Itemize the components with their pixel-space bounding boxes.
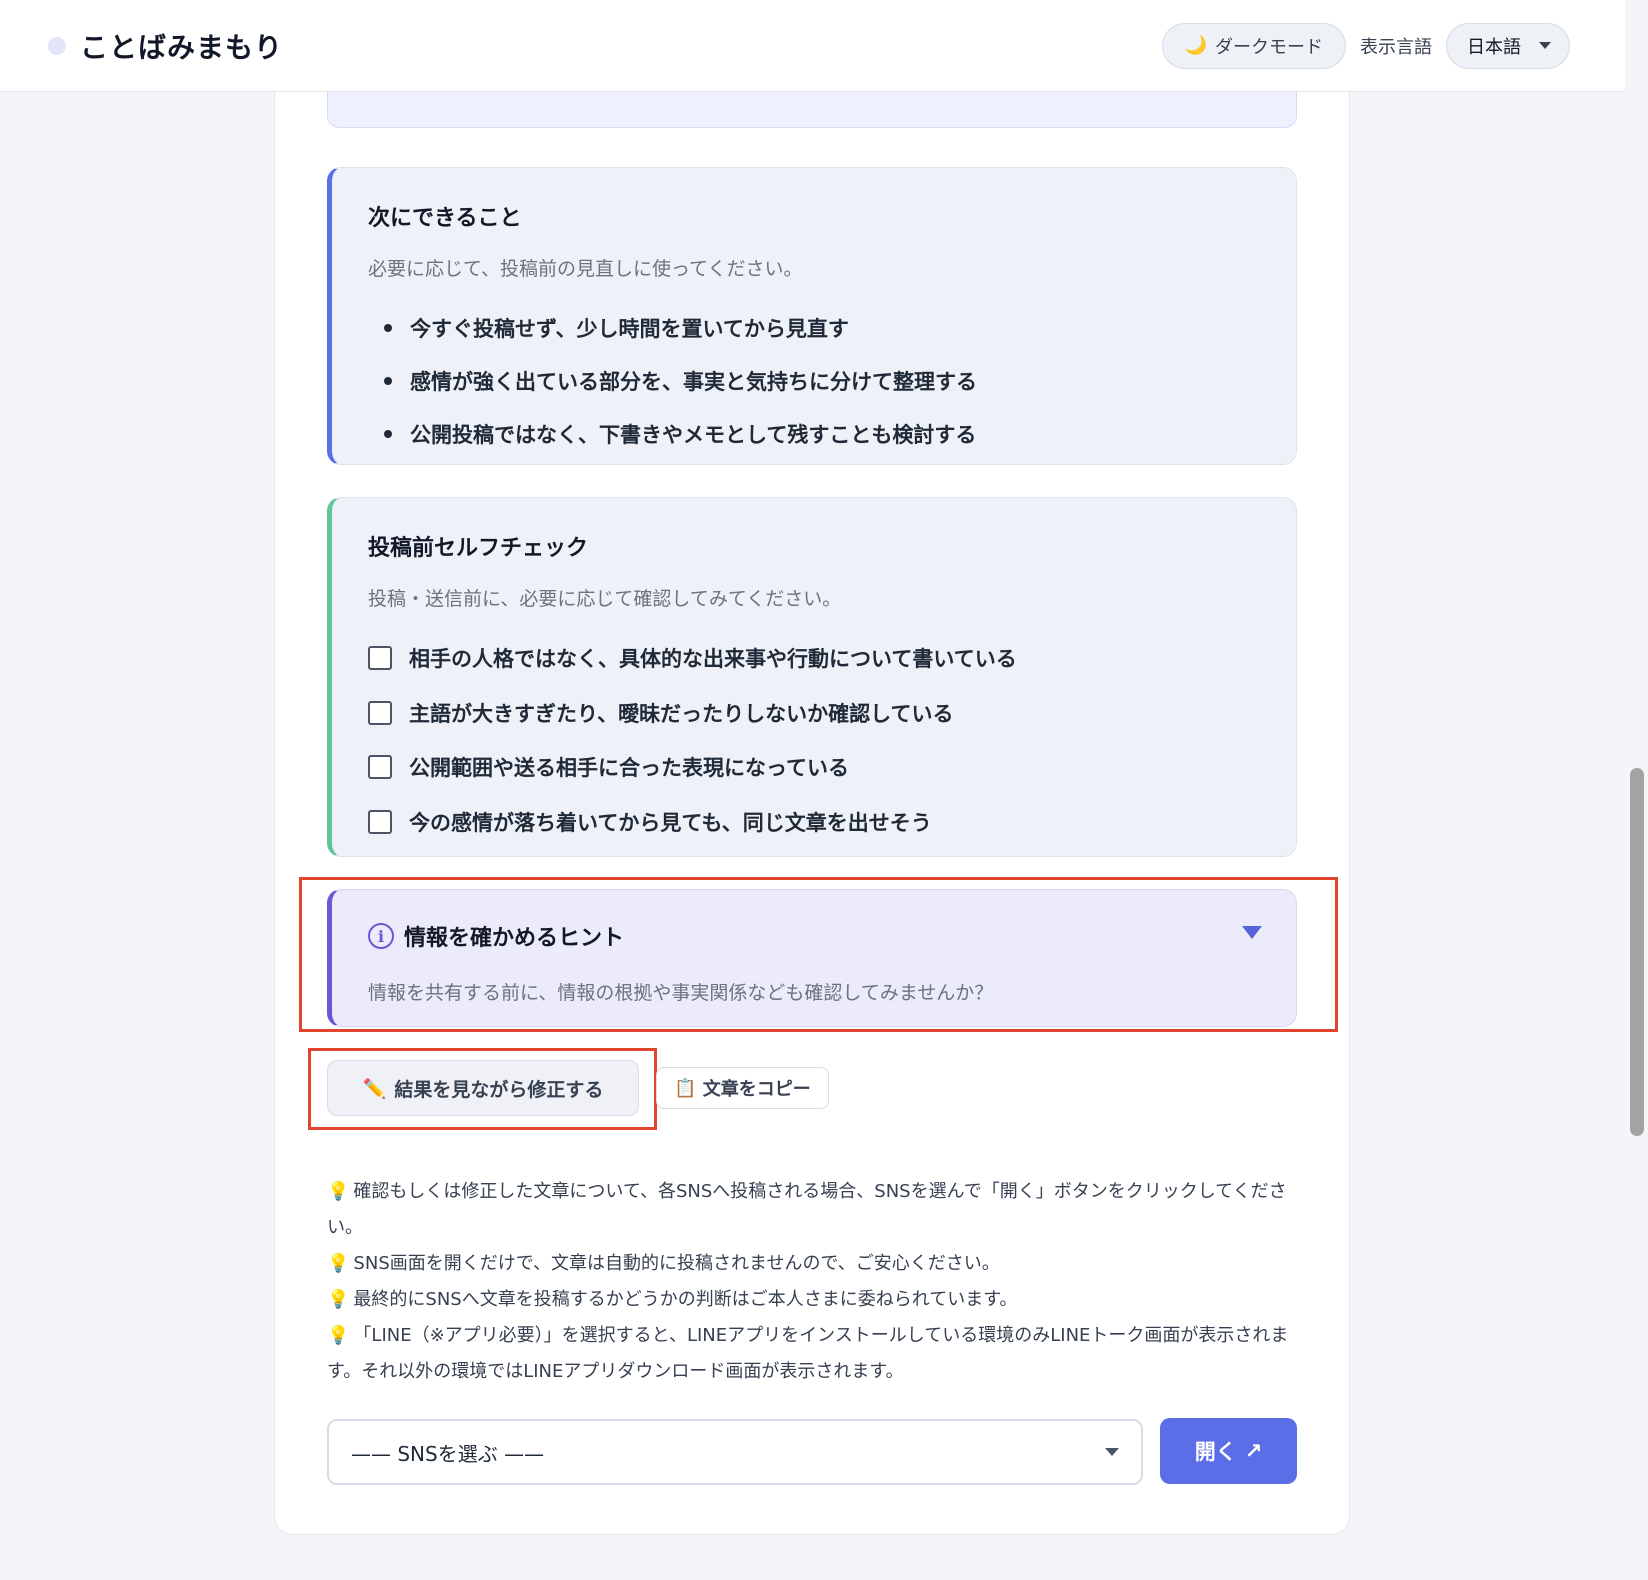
note-line: 💡 「LINE（※アプリ必要）」を選択すると、LINEアプリをインストールしている… — [327, 1325, 1289, 1382]
language-label: 表示言語 — [1360, 36, 1432, 58]
next-steps-title: 次にできること — [368, 206, 522, 231]
moon-icon: 🌙 — [1184, 35, 1207, 56]
scrollbar[interactable] — [1628, 0, 1644, 1580]
list-item: 今すぐ投稿せず、少し時間を置いてから見直す — [368, 301, 1260, 354]
self-check-panel: 投稿前セルフチェック 投稿・送信前に、必要に応じて確認してみてください。 相手の… — [327, 497, 1297, 857]
dark-mode-toggle[interactable]: 🌙 ダークモード — [1161, 22, 1346, 69]
sns-select[interactable]: —— SNSを選ぶ —— — [327, 1419, 1143, 1485]
note-line: 💡 確認もしくは修正した文章について、各SNSへ投稿される場合、SNSを選んで「開… — [327, 1181, 1287, 1238]
info-hint-panel[interactable]: i 情報を確かめるヒント 情報を共有する前に、情報の根拠や事実関係なども確認して… — [327, 889, 1297, 1027]
info-icon: i — [368, 923, 394, 949]
next-steps-list: 今すぐ投稿せず、少し時間を置いてから見直す 感情が強く出ている部分を、事実と気持… — [368, 301, 1260, 460]
chevron-down-icon — [1105, 1448, 1119, 1456]
dark-mode-label: ダークモード — [1215, 36, 1323, 58]
triangle-down-icon[interactable] — [1242, 926, 1262, 939]
check-item[interactable]: 今の感情が落ち着いてから見ても、同じ文章を出せそう — [368, 795, 1260, 850]
clipboard-icon: 📋 — [674, 1077, 697, 1099]
language-select[interactable]: 日本語 — [1446, 22, 1570, 69]
lightbulb-icon: 💡 — [327, 1325, 350, 1346]
chevron-down-icon — [1539, 42, 1551, 49]
header-controls: 🌙 ダークモード 表示言語 日本語 — [1161, 22, 1570, 69]
sns-notes: 💡 確認もしくは修正した文章について、各SNSへ投稿される場合、SNSを選んで「開… — [327, 1174, 1297, 1390]
top-bar: ことばみまもり 🌙 ダークモード 表示言語 日本語 — [0, 0, 1625, 92]
hint-title: 情報を確かめるヒント — [404, 926, 625, 951]
bullet-icon — [384, 429, 392, 438]
checkbox[interactable] — [368, 809, 392, 834]
checkbox[interactable] — [368, 700, 392, 725]
bullet-icon — [384, 323, 392, 332]
note-line: 💡 最終的にSNSへ文章を投稿するかどうかの判断はご本人さまに委ねられています。 — [327, 1289, 1018, 1310]
self-check-title: 投稿前セルフチェック — [368, 536, 589, 561]
bullet-icon — [384, 376, 392, 385]
logo-dot-icon — [48, 36, 66, 55]
external-link-icon: ↗ — [1244, 1439, 1263, 1463]
check-item[interactable]: 主語が大きすぎたり、曖昧だったりしないか確認している — [368, 686, 1260, 741]
checkbox[interactable] — [368, 755, 392, 780]
hint-text: 情報を共有する前に、情報の根拠や事実関係なども確認してみませんか？ — [368, 982, 994, 1004]
lightbulb-icon: 💡 — [327, 1253, 350, 1274]
brand: ことばみまもり — [48, 26, 283, 66]
app-title: ことばみまもり — [80, 30, 284, 64]
list-item: 公開投稿ではなく、下書きやメモとして残すことも検討する — [368, 407, 1260, 460]
edit-with-result-button[interactable]: ✏️ 結果を見ながら修正する — [327, 1060, 639, 1116]
check-item[interactable]: 公開範囲や送る相手に合った表現になっている — [368, 740, 1260, 795]
pencil-icon: ✏️ — [362, 1077, 387, 1100]
hint-header: i 情報を確かめるヒント — [368, 920, 1260, 952]
lightbulb-icon: 💡 — [327, 1289, 350, 1310]
self-check-list: 相手の人格ではなく、具体的な出来事や行動について書いている 主語が大きすぎたり、… — [368, 631, 1260, 849]
language-value: 日本語 — [1467, 36, 1521, 58]
next-steps-subtitle: 必要に応じて、投稿前の見直しに使ってください。 — [368, 258, 803, 280]
list-item: 感情が強く出ている部分を、事実と気持ちに分けて整理する — [368, 354, 1260, 407]
sns-select-value: —— SNSを選ぶ —— — [351, 1441, 545, 1466]
scrollbar-thumb[interactable] — [1630, 768, 1644, 1136]
checkbox[interactable] — [368, 646, 392, 671]
lightbulb-icon: 💡 — [327, 1181, 350, 1202]
note-line: 💡 SNS画面を開くだけで、文章は自動的に投稿されませんので、ご安心ください。 — [327, 1253, 1000, 1274]
check-item[interactable]: 相手の人格ではなく、具体的な出来事や行動について書いている — [368, 631, 1260, 686]
self-check-subtitle: 投稿・送信前に、必要に応じて確認してみてください。 — [368, 588, 842, 610]
copy-text-button[interactable]: 📋 文章をコピー — [656, 1067, 829, 1109]
next-steps-panel: 次にできること 必要に応じて、投稿前の見直しに使ってください。 今すぐ投稿せず、… — [327, 167, 1297, 465]
open-sns-button[interactable]: 開く ↗ — [1160, 1418, 1297, 1484]
